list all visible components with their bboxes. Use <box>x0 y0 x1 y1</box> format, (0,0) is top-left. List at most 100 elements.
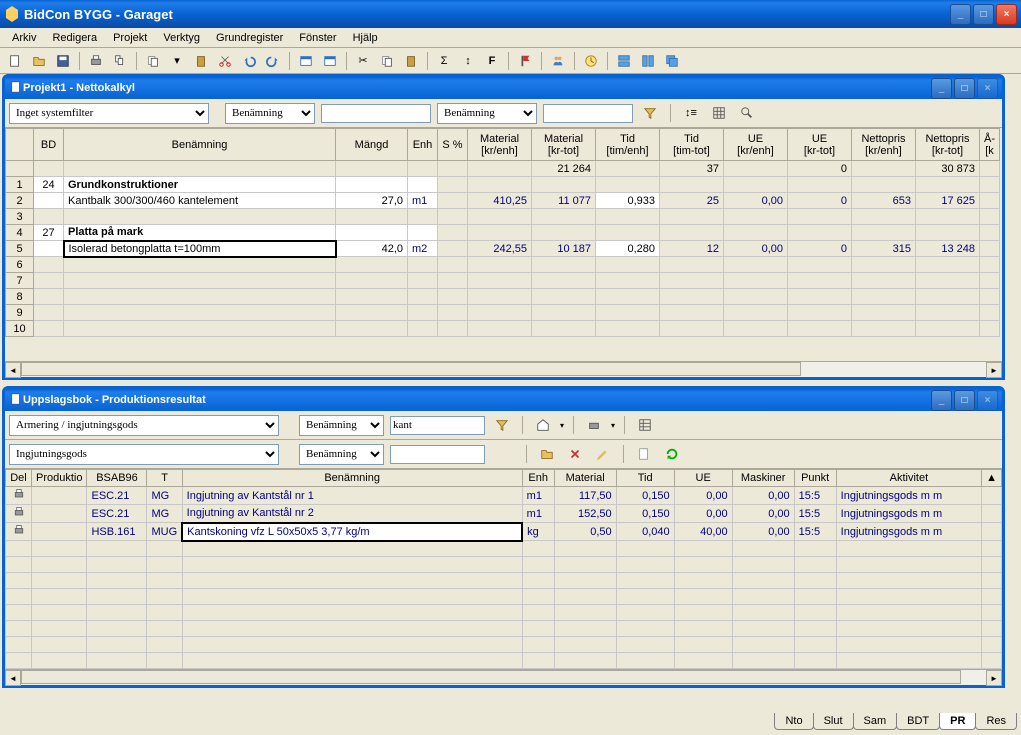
filter-row-2a: Armering / ingjutningsgods Benämning ▾ ▾ <box>5 411 1002 440</box>
table-row[interactable]: ESC.21MGIngjutning av Kantstål nr 2m1152… <box>6 505 1002 523</box>
table-row[interactable]: HSB.161MUGKantskoning vfz L 50x50x5 3,77… <box>6 523 1002 541</box>
tile-h-icon[interactable] <box>613 50 635 72</box>
tab-slut[interactable]: Slut <box>813 713 854 730</box>
close-button[interactable]: × <box>996 4 1017 25</box>
paste-icon[interactable]: ▾ <box>166 50 188 72</box>
tab-bdt[interactable]: BDT <box>896 713 940 730</box>
people-icon[interactable] <box>547 50 569 72</box>
uppslagsbok-grid[interactable]: Del Produktio BSAB96 T Benämning Enh Mat… <box>5 469 1002 669</box>
menu-redigera[interactable]: Redigera <box>44 30 105 46</box>
sort-icon[interactable]: ↕ <box>457 50 479 72</box>
col-select-2[interactable]: Benämning <box>437 103 537 124</box>
scroll-left-2[interactable]: ◄ <box>5 670 21 686</box>
table-row[interactable]: 10 <box>6 321 1000 337</box>
grid-container-1[interactable]: BD Benämning Mängd Enh S % Material[kr/e… <box>5 128 1002 361</box>
col-select-2a[interactable]: Benämning <box>299 415 384 436</box>
table-row[interactable]: 427Platta på mark <box>6 225 1000 241</box>
window1-icon[interactable] <box>295 50 317 72</box>
copy2-icon[interactable] <box>376 50 398 72</box>
col-select-1[interactable]: Benämning <box>225 103 315 124</box>
app-icon <box>4 6 20 22</box>
home-icon[interactable] <box>532 414 554 436</box>
filter-input-1[interactable] <box>321 104 431 123</box>
table-row[interactable]: 7 <box>6 273 1000 289</box>
table-row[interactable]: 9 <box>6 305 1000 321</box>
new-icon[interactable] <box>4 50 26 72</box>
tab-nto[interactable]: Nto <box>774 713 813 730</box>
table-row[interactable]: 2Kantbalk 300/300/460 kantelement27,0m14… <box>6 193 1000 209</box>
scroll-left-1[interactable]: ◄ <box>5 362 21 378</box>
print2-icon[interactable] <box>583 414 605 436</box>
minimize-button[interactable]: _ <box>950 4 971 25</box>
window2-icon[interactable] <box>319 50 341 72</box>
sub-titlebar-1[interactable]: Projekt1 - Nettokalkyl _ □ × <box>5 77 1002 99</box>
grid-tool-icon[interactable] <box>708 102 730 124</box>
clock-icon[interactable] <box>580 50 602 72</box>
sub1-minimize[interactable]: _ <box>931 78 952 99</box>
grid2-icon[interactable] <box>634 414 656 436</box>
edit-icon[interactable] <box>592 443 614 465</box>
scroll-right-1[interactable]: ► <box>986 362 1002 378</box>
menu-arkiv[interactable]: Arkiv <box>4 30 44 46</box>
open-icon[interactable] <box>28 50 50 72</box>
table-row[interactable]: 3 <box>6 209 1000 225</box>
funnel-icon[interactable] <box>639 102 661 124</box>
cut-icon[interactable] <box>214 50 236 72</box>
menu-grundregister[interactable]: Grundregister <box>208 30 291 46</box>
copy-icon[interactable] <box>142 50 164 72</box>
note-icon[interactable] <box>633 443 655 465</box>
grid-container-2[interactable]: Del Produktio BSAB96 T Benämning Enh Mat… <box>5 469 1002 669</box>
redo-icon[interactable] <box>262 50 284 72</box>
sub-titlebar-2[interactable]: Uppslagsbok - Produktionsresultat _ □ × <box>5 389 1002 411</box>
sub2-close[interactable]: × <box>977 390 998 411</box>
sub2-maximize[interactable]: □ <box>954 390 975 411</box>
scissors-icon[interactable]: ✂ <box>352 50 374 72</box>
cascade-icon[interactable] <box>661 50 683 72</box>
menu-verktyg[interactable]: Verktyg <box>155 30 208 46</box>
doc-icon <box>9 80 23 97</box>
font-icon[interactable]: F <box>481 50 503 72</box>
status-tabs: Nto Slut Sam BDT PR Res <box>775 713 1017 735</box>
sort-tool-icon[interactable]: ↕≡ <box>680 102 702 124</box>
save-icon[interactable] <box>52 50 74 72</box>
hscroll-1[interactable]: ◄ ► <box>5 361 1002 377</box>
refresh-icon[interactable] <box>661 443 683 465</box>
table-row[interactable]: 6 <box>6 257 1000 273</box>
scroll-right-2[interactable]: ► <box>986 670 1002 686</box>
sub1-maximize[interactable]: □ <box>954 78 975 99</box>
funnel2-icon[interactable] <box>491 414 513 436</box>
menu-hjalp[interactable]: Hjälp <box>345 30 386 46</box>
delete-icon[interactable] <box>564 443 586 465</box>
col-select-2b[interactable]: Benämning <box>299 444 384 465</box>
table-row[interactable]: 8 <box>6 289 1000 305</box>
maximize-button[interactable]: □ <box>973 4 994 25</box>
nettokalkyl-grid[interactable]: BD Benämning Mängd Enh S % Material[kr/e… <box>5 128 1000 337</box>
category-select-1[interactable]: Armering / ingjutningsgods <box>9 415 279 436</box>
sub2-minimize[interactable]: _ <box>931 390 952 411</box>
search-input-2[interactable] <box>390 416 485 435</box>
paste2-icon[interactable] <box>400 50 422 72</box>
clipboard-icon[interactable] <box>190 50 212 72</box>
menu-projekt[interactable]: Projekt <box>105 30 155 46</box>
print-icon[interactable] <box>85 50 107 72</box>
tab-sam[interactable]: Sam <box>853 713 898 730</box>
undo-icon[interactable] <box>238 50 260 72</box>
table-row[interactable]: 124Grundkonstruktioner <box>6 177 1000 193</box>
search-input-2b[interactable] <box>390 445 485 464</box>
table-row[interactable]: ESC.21MGIngjutning av Kantstål nr 1m1117… <box>6 487 1002 505</box>
folder-icon[interactable] <box>536 443 558 465</box>
filter-input-2[interactable] <box>543 104 633 123</box>
hscroll-2[interactable]: ◄ ► <box>5 669 1002 685</box>
search-tool-icon[interactable] <box>736 102 758 124</box>
tile-v-icon[interactable] <box>637 50 659 72</box>
tab-pr[interactable]: PR <box>939 713 976 730</box>
sigma-icon[interactable]: Σ <box>433 50 455 72</box>
flag-icon[interactable] <box>514 50 536 72</box>
menu-fonster[interactable]: Fönster <box>291 30 344 46</box>
table-row[interactable]: 5Isolerad betongplatta t=100mm42,0m2242,… <box>6 241 1000 257</box>
category-select-2[interactable]: Ingjutningsgods <box>9 444 279 465</box>
sub1-close[interactable]: × <box>977 78 998 99</box>
system-filter-select[interactable]: Inget systemfilter <box>9 103 209 124</box>
tab-res[interactable]: Res <box>975 713 1017 730</box>
preview-icon[interactable] <box>109 50 131 72</box>
